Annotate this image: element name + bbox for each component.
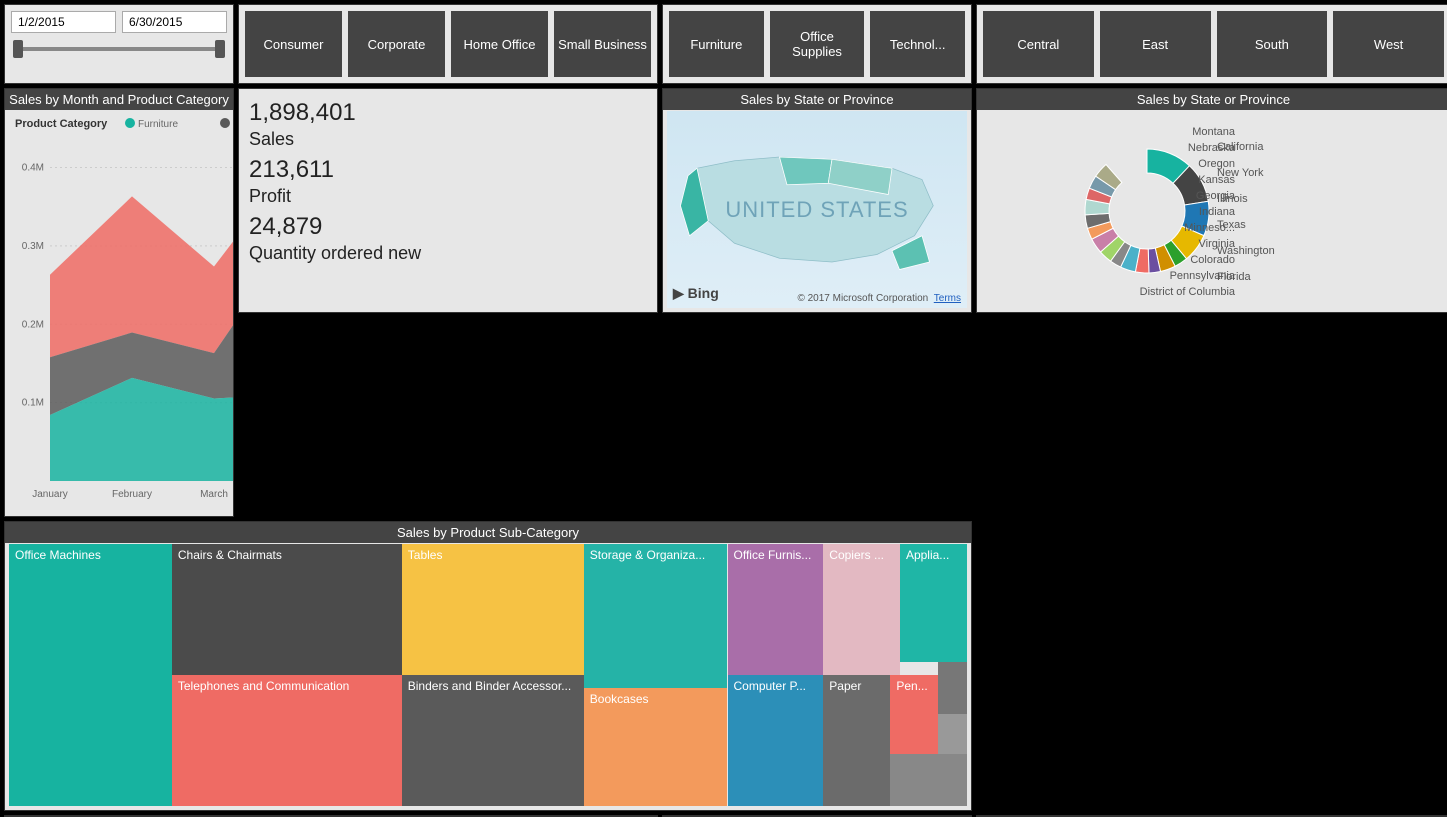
svg-text:Furniture: Furniture bbox=[138, 119, 178, 130]
svg-text:0.2M: 0.2M bbox=[22, 319, 44, 330]
kpi-card: 1,898,401 Sales 213,611 Profit 24,879 Qu… bbox=[238, 88, 658, 313]
treemap-cell[interactable]: Paper bbox=[823, 675, 890, 806]
kpi-sales-label: Sales bbox=[249, 129, 647, 150]
slicer-furniture[interactable]: Furniture bbox=[669, 11, 764, 77]
svg-text:0.1M: 0.1M bbox=[22, 398, 44, 409]
slicer-corporate[interactable]: Corporate bbox=[348, 11, 445, 77]
treemap-cell[interactable]: Computer P... bbox=[728, 675, 824, 806]
date-slider[interactable] bbox=[17, 47, 221, 51]
treemap-cell[interactable]: Pen... bbox=[890, 675, 938, 754]
treemap-cell[interactable]: Office Machines bbox=[9, 544, 172, 806]
treemap-cell[interactable]: Copiers ... bbox=[823, 544, 900, 675]
slicer-west[interactable]: West bbox=[1333, 11, 1444, 77]
kpi-qty-value: 24,879 bbox=[249, 213, 647, 241]
treemap-cell[interactable]: Chairs & Chairmats bbox=[172, 544, 402, 675]
kpi-sales-value: 1,898,401 bbox=[249, 99, 647, 127]
treemap-visual[interactable]: Sales by Product Sub-Category Office Mac… bbox=[4, 521, 972, 811]
slicer-home-office[interactable]: Home Office bbox=[451, 11, 548, 77]
donut-title: Sales by State or Province bbox=[977, 89, 1447, 110]
svg-text:January: January bbox=[32, 489, 68, 500]
date-end-input[interactable]: 6/30/2015 bbox=[122, 11, 227, 33]
map-visual[interactable]: Sales by State or Province UNITED STATES… bbox=[662, 88, 972, 313]
donut-label: Florida bbox=[1217, 271, 1251, 283]
slicer-south[interactable]: South bbox=[1217, 11, 1328, 77]
region-slicer: Central East South West bbox=[976, 4, 1447, 84]
donut-label: Indiana bbox=[1199, 206, 1235, 218]
treemap-cell[interactable]: Telephones and Communication bbox=[172, 675, 402, 806]
treemap-cell[interactable]: Storage & Organiza... bbox=[584, 544, 728, 688]
donut-label: California bbox=[1217, 141, 1263, 153]
treemap-cell[interactable] bbox=[890, 754, 967, 806]
bing-logo: ▶ Bing bbox=[673, 285, 719, 302]
treemap-cell[interactable]: Tables bbox=[402, 544, 584, 675]
donut-visual[interactable]: Sales by State or Province MontanaNebras… bbox=[976, 88, 1447, 313]
kpi-qty-label: Quantity ordered new bbox=[249, 243, 647, 264]
area-title: Sales by Month and Product Category bbox=[5, 89, 233, 110]
donut-label: Montana bbox=[1192, 126, 1235, 138]
donut-label: New York bbox=[1217, 167, 1263, 179]
svg-text:February: February bbox=[112, 489, 152, 500]
slider-thumb-left[interactable] bbox=[13, 40, 23, 58]
donut-label: District of Columbia bbox=[1140, 286, 1235, 298]
segment-slicer: Consumer Corporate Home Office Small Bus… bbox=[238, 4, 658, 84]
slicer-east[interactable]: East bbox=[1100, 11, 1211, 77]
treemap-cell[interactable] bbox=[938, 662, 967, 714]
kpi-profit-label: Profit bbox=[249, 186, 647, 207]
donut-label: Washington bbox=[1217, 245, 1275, 257]
map-terms-link[interactable]: Terms bbox=[934, 293, 961, 304]
treemap-cell[interactable]: Applia... bbox=[900, 544, 967, 662]
date-range-slicer[interactable]: 1/2/2015 6/30/2015 bbox=[4, 4, 234, 84]
treemap-title: Sales by Product Sub-Category bbox=[5, 522, 971, 543]
kpi-profit-value: 213,611 bbox=[249, 156, 647, 184]
slider-thumb-right[interactable] bbox=[215, 40, 225, 58]
treemap-cell[interactable]: Office Furnis... bbox=[728, 544, 824, 675]
category-slicer: Furniture Office Supplies Technol... bbox=[662, 4, 972, 84]
slicer-consumer[interactable]: Consumer bbox=[245, 11, 342, 77]
area-chart[interactable]: Sales by Month and Product Category Prod… bbox=[4, 88, 234, 517]
map-attribution: © 2017 Microsoft Corporation Terms bbox=[797, 293, 961, 304]
svg-text:Product Category: Product Category bbox=[15, 118, 108, 130]
svg-text:0.3M: 0.3M bbox=[22, 241, 44, 252]
slicer-technology[interactable]: Technol... bbox=[870, 11, 965, 77]
map-center-label: UNITED STATES bbox=[725, 197, 908, 223]
donut-label: Texas bbox=[1217, 219, 1246, 231]
treemap-cell[interactable]: Bookcases bbox=[584, 688, 728, 806]
donut-label: Illinois bbox=[1217, 193, 1248, 205]
slicer-small-business[interactable]: Small Business bbox=[554, 11, 651, 77]
svg-text:0.4M: 0.4M bbox=[22, 163, 44, 174]
svg-text:Office Supplies: Office Supplies bbox=[233, 119, 234, 130]
map-title: Sales by State or Province bbox=[663, 89, 971, 110]
date-start-input[interactable]: 1/2/2015 bbox=[11, 11, 116, 33]
svg-text:March: March bbox=[200, 489, 228, 500]
area-series[interactable] bbox=[50, 159, 234, 357]
slicer-central[interactable]: Central bbox=[983, 11, 1094, 77]
slicer-office-supplies[interactable]: Office Supplies bbox=[770, 11, 865, 77]
treemap-cell[interactable]: Binders and Binder Accessor... bbox=[402, 675, 584, 806]
